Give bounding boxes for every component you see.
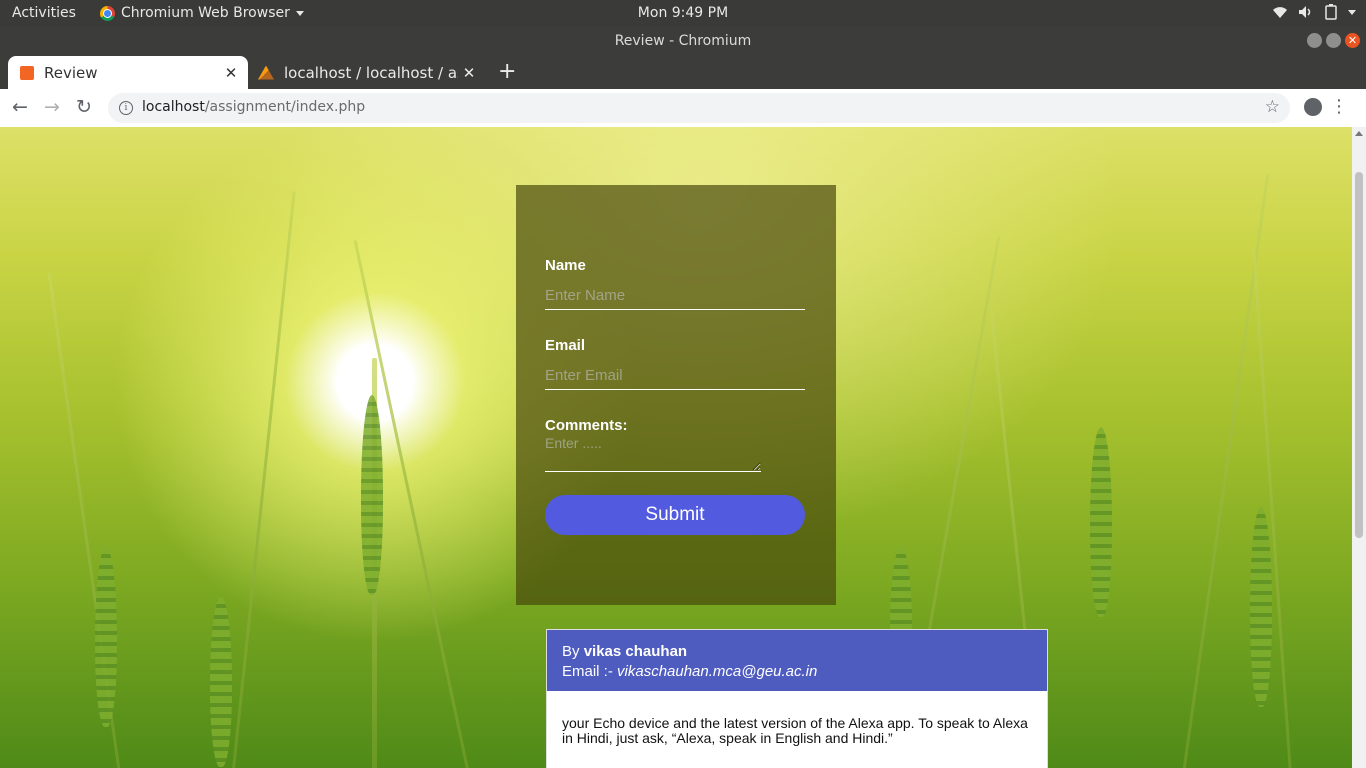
review-card-header: By vikas chauhan Email :- vikaschauhan.m… bbox=[547, 630, 1047, 691]
tab-strip: Review ✕ localhost / localhost / assignm… bbox=[0, 55, 1366, 89]
close-window-button[interactable]: ✕ bbox=[1345, 33, 1360, 48]
volume-icon bbox=[1299, 6, 1311, 18]
clock[interactable]: Mon 9:49 PM bbox=[0, 5, 1366, 21]
email-label: Email bbox=[545, 337, 586, 354]
window-title-bar: Review - Chromium ✕ bbox=[0, 27, 1366, 55]
name-input[interactable] bbox=[545, 281, 805, 310]
review-email: vikaschauhan.mca@geu.ac.in bbox=[617, 663, 818, 680]
address-bar[interactable]: i localhost/assignment/index.php ☆ bbox=[108, 93, 1290, 123]
system-tray[interactable] bbox=[1272, 4, 1356, 20]
tab-review[interactable]: Review ✕ bbox=[8, 56, 248, 89]
close-icon[interactable]: ✕ bbox=[458, 64, 480, 82]
comments-label: Comments: bbox=[545, 417, 628, 434]
close-icon[interactable]: ✕ bbox=[220, 64, 242, 82]
comments-textarea[interactable] bbox=[545, 435, 761, 472]
tab-phpmyadmin[interactable]: localhost / localhost / assignment ✕ bbox=[250, 56, 486, 89]
minimize-button[interactable] bbox=[1307, 33, 1322, 48]
scroll-up-arrow-icon[interactable] bbox=[1355, 131, 1363, 136]
review-text: your Echo device and the latest version … bbox=[562, 715, 1028, 746]
name-label: Name bbox=[545, 257, 586, 274]
page-viewport: Name Email Comments: Submit By vikas cha… bbox=[0, 127, 1352, 768]
review-author-line: By vikas chauhan bbox=[562, 643, 688, 660]
reload-icon[interactable]: ↻ bbox=[76, 97, 92, 117]
profile-avatar-icon[interactable] bbox=[1304, 98, 1322, 116]
url-text[interactable]: localhost/assignment/index.php bbox=[142, 99, 365, 115]
maximize-button[interactable] bbox=[1326, 33, 1341, 48]
review-author: vikas chauhan bbox=[583, 643, 688, 660]
review-form: Name Email Comments: Submit bbox=[516, 185, 836, 605]
bookmark-star-icon[interactable]: ☆ bbox=[1265, 97, 1280, 117]
review-email-line: Email :- vikaschauhan.mca@geu.ac.in bbox=[562, 663, 818, 680]
forward-arrow-icon[interactable]: → bbox=[44, 97, 60, 117]
review-card: By vikas chauhan Email :- vikaschauhan.m… bbox=[546, 629, 1048, 768]
tab-label: Review bbox=[44, 63, 98, 82]
page-scrollbar[interactable] bbox=[1352, 127, 1366, 768]
browser-toolbar: ← → ↻ i localhost/assignment/index.php ☆… bbox=[0, 89, 1366, 128]
window-title: Review - Chromium bbox=[614, 33, 752, 49]
new-tab-button[interactable]: + bbox=[498, 61, 516, 83]
info-icon[interactable]: i bbox=[119, 101, 133, 115]
submit-button[interactable]: Submit bbox=[545, 495, 805, 535]
favicon-icon bbox=[258, 65, 274, 80]
tab-label: localhost / localhost / assignment bbox=[284, 63, 458, 82]
menu-kebab-icon[interactable]: ⋮ bbox=[1330, 96, 1348, 117]
scrollbar-thumb[interactable] bbox=[1355, 172, 1363, 538]
chevron-down-icon bbox=[1348, 9, 1356, 15]
email-input[interactable] bbox=[545, 361, 805, 390]
system-top-bar: Activities Chromium Web Browser Mon 9:49… bbox=[0, 0, 1366, 27]
back-arrow-icon[interactable]: ← bbox=[12, 97, 28, 117]
wifi-icon bbox=[1273, 7, 1287, 18]
battery-icon bbox=[1325, 4, 1337, 20]
favicon-icon bbox=[20, 65, 34, 80]
